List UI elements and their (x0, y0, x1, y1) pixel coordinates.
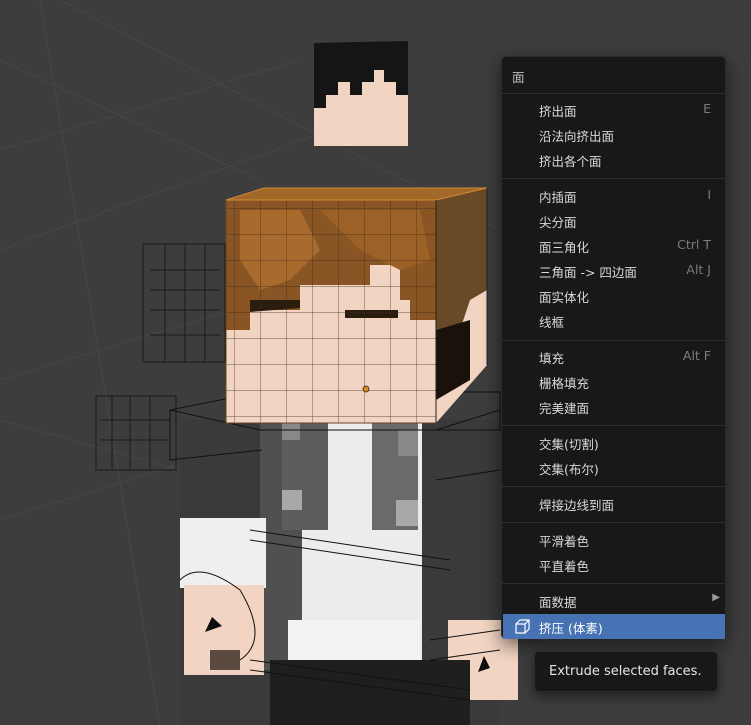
menu-divider (502, 93, 725, 94)
menu-item-beautify-faces[interactable]: 完美建面 (502, 394, 725, 419)
menu-item-shade-smooth[interactable]: 平滑着色 (502, 527, 725, 552)
menu-title: 面 (512, 70, 525, 85)
menu-item-label: 内插面 (539, 190, 577, 205)
menu-divider (502, 340, 725, 341)
menu-item-label: 填充 (539, 351, 565, 366)
menu-item-tris-to-quads[interactable]: 三角面 -> 四边面 Alt J (502, 258, 725, 283)
menu-item-label: 挤出面 (539, 104, 577, 119)
menu-item-label: 面实体化 (539, 290, 590, 305)
menu-item-label: 挤压 (体素) (539, 621, 603, 636)
menu-divider (502, 583, 725, 584)
menu-item-fill[interactable]: 填充 Alt F (502, 344, 725, 369)
menu-item-shortcut: E (703, 101, 711, 116)
menu-item-shortcut: Alt F (682, 348, 711, 363)
menu-item-shortcut: I (707, 187, 711, 202)
menu-item-label: 三角面 -> 四边面 (539, 265, 637, 280)
menu-item-label: 栅格填充 (539, 376, 590, 391)
menu-item-grid-fill[interactable]: 栅格填充 (502, 369, 725, 394)
menu-item-extrude-voxel[interactable]: 挤压 (体素) (503, 614, 725, 639)
menu-item-weld-edges[interactable]: 焊接边线到面 (502, 491, 725, 516)
menu-item-wireframe[interactable]: 线框 (502, 308, 725, 333)
origin-point (362, 385, 370, 393)
face-context-menu: 面 挤出面 E 沿法向挤出面 挤出各个面 内插面 I 尖分面 面三角化 Ctrl… (501, 56, 726, 639)
menu-item-label: 交集(布尔) (539, 462, 599, 477)
menu-divider (502, 425, 725, 426)
face-plane (314, 41, 408, 146)
menu-item-triangulate[interactable]: 面三角化 Ctrl T (502, 233, 725, 258)
menu-item-intersect-knife[interactable]: 交集(切割) (502, 430, 725, 455)
menu-item-extrude-individual[interactable]: 挤出各个面 (502, 147, 725, 172)
menu-item-label: 面数据 (539, 595, 577, 610)
menu-item-label: 尖分面 (539, 215, 577, 230)
menu-divider (502, 178, 725, 179)
cube-icon (515, 619, 530, 634)
menu-item-intersect-boolean[interactable]: 交集(布尔) (502, 455, 725, 480)
menu-item-label: 平直着色 (539, 559, 590, 574)
menu-item-label: 线框 (539, 315, 565, 330)
menu-item-label: 挤出各个面 (539, 154, 602, 169)
menu-divider (502, 486, 725, 487)
menu-item-label: 完美建面 (539, 401, 590, 416)
menu-item-poke-faces[interactable]: 尖分面 (502, 208, 725, 233)
head-cube (225, 187, 488, 424)
menu-item-label: 焊接边线到面 (539, 498, 615, 513)
submenu-arrow-icon: ▶ (712, 592, 720, 603)
menu-item-shortcut: Ctrl T (677, 237, 711, 252)
menu-divider (502, 522, 725, 523)
menu-item-label: 面三角化 (539, 240, 590, 255)
menu-item-inset-faces[interactable]: 内插面 I (502, 183, 725, 208)
tooltip-text: Extrude selected faces. (549, 664, 702, 679)
menu-item-solidify-faces[interactable]: 面实体化 (502, 283, 725, 308)
menu-item-extrude-along-normals[interactable]: 沿法向挤出面 (502, 122, 725, 147)
menu-item-shade-flat[interactable]: 平直着色 (502, 552, 725, 577)
character-body (180, 420, 518, 725)
menu-item-shortcut: Alt J (686, 262, 711, 277)
menu-item-face-data[interactable]: 面数据 ▶ (502, 588, 725, 613)
menu-item-extrude-faces[interactable]: 挤出面 E (502, 97, 725, 122)
tooltip: Extrude selected faces. (534, 651, 718, 692)
menu-item-label: 平滑着色 (539, 534, 590, 549)
menu-item-label: 沿法向挤出面 (539, 129, 615, 144)
menu-item-label: 交集(切割) (539, 437, 599, 452)
